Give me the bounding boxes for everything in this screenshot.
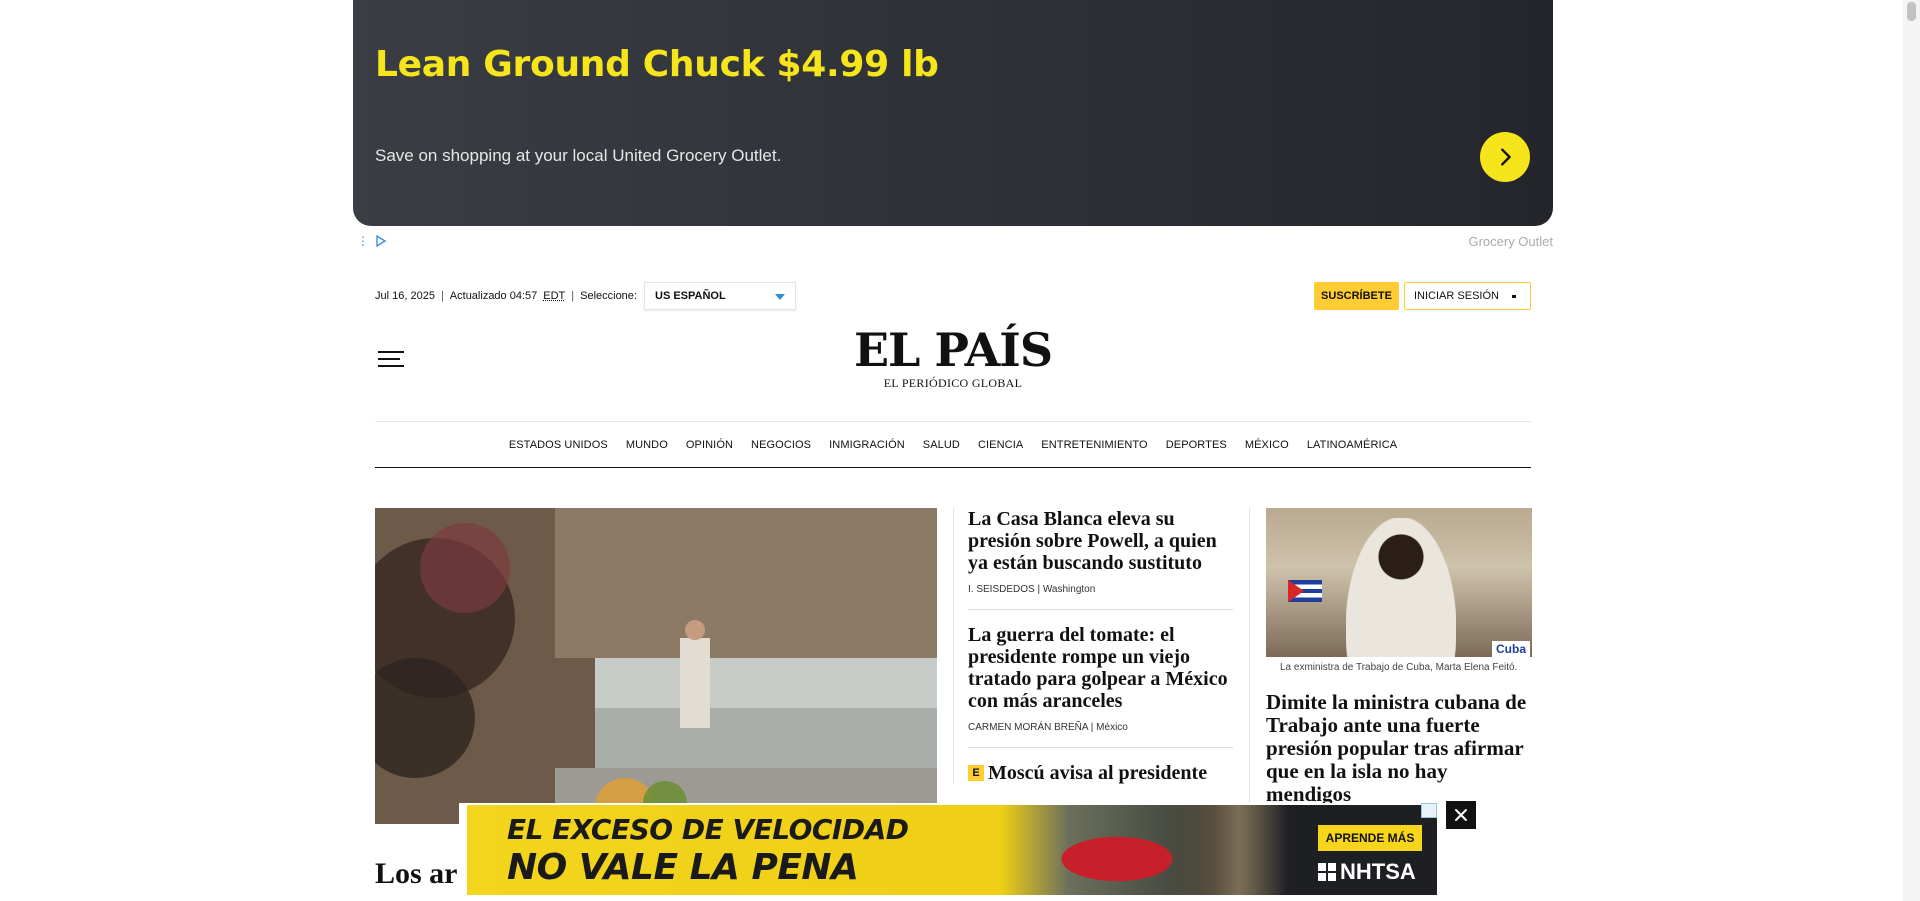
ad-line-2: NO VALE LA PENA	[507, 847, 859, 888]
ad-meta-row: ⋮ Grocery Outlet	[353, 232, 1553, 252]
story-title[interactable]: La Casa Blanca eleva su presión sobre Po…	[968, 508, 1233, 574]
close-icon	[1455, 809, 1467, 821]
tree-image	[1167, 805, 1287, 895]
nav-item-opinion[interactable]: OPINIÓN	[686, 439, 733, 451]
ad-learn-more-button[interactable]: APRENDE MÁS	[1318, 825, 1422, 851]
story-title[interactable]: La guerra del tomate: el presidente romp…	[968, 624, 1233, 712]
edition-select-label: Seleccione:	[580, 290, 637, 302]
scrollbar-thumb[interactable]	[1907, 2, 1916, 21]
story-card[interactable]: E Moscú avisa al presidente	[968, 762, 1233, 784]
chevron-right-icon	[1501, 148, 1511, 166]
timezone: EDT	[543, 290, 566, 302]
right-story-image[interactable]: Cuba	[1266, 508, 1532, 657]
nav-item-estados-unidos[interactable]: ESTADOS UNIDOS	[509, 439, 608, 451]
lead-story-image[interactable]	[375, 508, 937, 824]
edition-select-value: US ESPAÑOL	[655, 290, 726, 302]
cuba-flag	[1288, 580, 1322, 602]
edition-select[interactable]: US ESPAÑOL	[644, 282, 796, 310]
bottom-ad-creative[interactable]: EL EXCESO DE VELOCIDAD NO VALE LA PENA A…	[467, 805, 1437, 895]
bottom-ad-banner[interactable]: EL EXCESO DE VELOCIDAD NO VALE LA PENA A…	[459, 803, 1461, 901]
story-byline: I. SEISDEDOS | Washington	[968, 584, 1096, 595]
date: Jul 16, 2025	[375, 290, 435, 302]
nav-item-latinoamerica[interactable]: LATINOAMÉRICA	[1307, 439, 1397, 451]
exclusive-badge: E	[968, 765, 984, 781]
login-button[interactable]: INICIAR SESIÓN	[1404, 282, 1531, 310]
page-scrollbar[interactable]	[1903, 0, 1920, 901]
nav-item-mundo[interactable]: MUNDO	[626, 439, 668, 451]
ad-brand: NHTSA	[1318, 859, 1416, 885]
header-topbar: Jul 16, 2025 | Actualizado 04:57 EDT | S…	[375, 282, 1531, 312]
nav-item-mexico[interactable]: MÉXICO	[1245, 439, 1289, 451]
ad-choices[interactable]: ⋮	[357, 234, 387, 248]
story-author[interactable]: I. SEISDEDOS	[968, 584, 1035, 595]
dropdown-icon	[1512, 295, 1516, 298]
mid-column: La Casa Blanca eleva su presión sobre Po…	[953, 508, 1233, 784]
ad-subtext: Save on shopping at your local United Gr…	[375, 146, 782, 165]
section-nav: ESTADOS UNIDOS MUNDO OPINIÓN NEGOCIOS IN…	[375, 421, 1531, 468]
story-card[interactable]: La guerra del tomate: el presidente romp…	[968, 624, 1233, 748]
ad-line-1: EL EXCESO DE VELOCIDAD	[507, 813, 909, 846]
nav-item-ciencia[interactable]: CIENCIA	[978, 439, 1023, 451]
story-place: Washington	[1042, 584, 1096, 595]
nav-item-salud[interactable]: SALUD	[923, 439, 960, 451]
login-label: INICIAR SESIÓN	[1414, 290, 1499, 302]
nav-item-negocios[interactable]: NEGOCIOS	[751, 439, 811, 451]
adchoices-icon[interactable]	[1421, 803, 1437, 818]
hamburger-menu-icon[interactable]	[378, 351, 404, 369]
updated-time: Actualizado 04:57	[449, 290, 538, 302]
nhtsa-logo-icon	[1318, 863, 1336, 881]
page: Lean Ground Chuck $4.99 lb Save on shopp…	[0, 0, 1920, 901]
nav-item-entretenimiento[interactable]: ENTRETENIMIENTO	[1041, 439, 1147, 451]
story-byline: CARMEN MORÁN BREÑA | México	[968, 722, 1128, 733]
ad-advertiser[interactable]: Grocery Outlet	[1468, 234, 1553, 249]
image-caption: La exministra de Trabajo de Cuba, Marta …	[1280, 662, 1518, 673]
nav-item-inmigracion[interactable]: INMIGRACIÓN	[829, 439, 905, 451]
ad-headline: Lean Ground Chuck $4.99 lb	[375, 44, 939, 85]
lead-story-title[interactable]: Los ar	[375, 857, 458, 891]
right-column: Cuba La exministra de Trabajo de Cuba, M…	[1249, 508, 1532, 831]
adchoices-icon[interactable]	[375, 235, 387, 247]
caret-down-icon	[775, 294, 785, 300]
story-author[interactable]: CARMEN MORÁN BREÑA	[968, 722, 1088, 733]
right-story-title[interactable]: Dimite la ministra cubana de Trabajo ant…	[1266, 691, 1531, 806]
story-place: México	[1096, 722, 1128, 733]
portrait	[1346, 518, 1456, 657]
story-title[interactable]: Moscú avisa al presidente	[988, 762, 1207, 784]
ad-brand-label: NHTSA	[1340, 859, 1416, 884]
kebab-menu-icon[interactable]: ⋮	[357, 234, 369, 248]
nav-item-deportes[interactable]: DEPORTES	[1166, 439, 1227, 451]
logo-tagline: EL PERIÓDICO GLOBAL	[883, 376, 1023, 390]
top-ad-banner[interactable]: Lean Ground Chuck $4.99 lb Save on shopp…	[353, 0, 1553, 226]
logo-wordmark: EL PAÍS	[853, 323, 1053, 377]
image-tag: Cuba	[1492, 641, 1530, 657]
subscribe-button[interactable]: SUSCRÍBETE	[1314, 282, 1399, 310]
close-ad-button[interactable]	[1446, 801, 1476, 829]
date-info: Jul 16, 2025 | Actualizado 04:57 EDT | S…	[375, 290, 637, 302]
story-card[interactable]: La Casa Blanca eleva su presión sobre Po…	[968, 508, 1233, 610]
market-photo	[375, 508, 937, 824]
site-logo[interactable]: EL PAÍS EL PERIÓDICO GLOBAL	[850, 326, 1056, 391]
ad-arrow-button[interactable]	[1480, 132, 1530, 182]
